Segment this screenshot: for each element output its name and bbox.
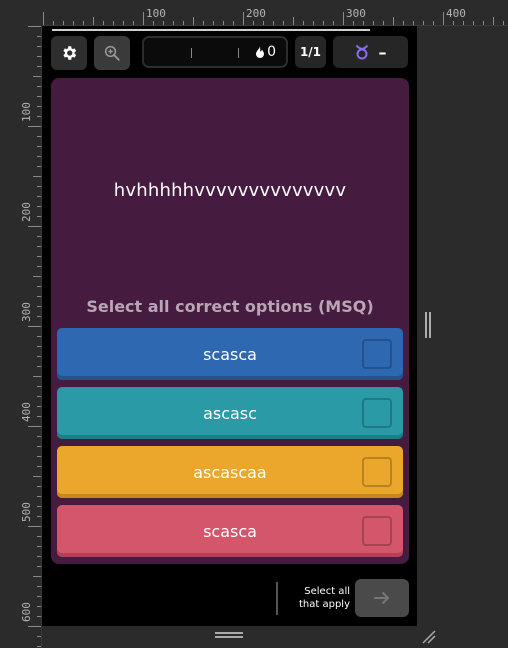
ruler-label: 200 xyxy=(246,7,266,20)
ruler-tick xyxy=(433,21,434,25)
ruler-tick xyxy=(93,17,94,25)
ruler-tick xyxy=(453,21,454,25)
ruler-label: 500 xyxy=(20,502,33,522)
top-ruler: 100 200 300 400 xyxy=(42,0,508,26)
ruler-tick xyxy=(28,326,41,327)
ruler-tick xyxy=(28,226,41,227)
option-checkbox[interactable] xyxy=(362,457,392,487)
zoom-button[interactable] xyxy=(94,36,130,70)
footer-hint-line2: that apply xyxy=(298,599,350,610)
ruler-tick xyxy=(193,17,194,25)
ruler-tick xyxy=(43,12,44,25)
ruler-tick xyxy=(473,21,474,25)
gear-icon xyxy=(63,46,77,60)
ruler-label: 100 xyxy=(20,102,33,122)
submit-button[interactable] xyxy=(355,579,409,617)
option-label: scasca xyxy=(203,521,257,541)
option-checkbox[interactable] xyxy=(362,339,392,369)
powerup-value: – xyxy=(378,42,387,62)
ruler-tick xyxy=(37,646,41,647)
ruler-tick xyxy=(33,76,41,77)
question-text: hvhhhhhvvvvvvvvvvvvvv xyxy=(113,180,347,201)
ruler-tick xyxy=(33,376,41,377)
ruler-label: 400 xyxy=(446,7,466,20)
question-instruction: Select all correct options (MSQ) xyxy=(86,297,374,316)
ruler-label: 600 xyxy=(20,602,33,622)
option-checkbox[interactable] xyxy=(362,398,392,428)
ruler-label: 400 xyxy=(20,402,33,422)
option-label: ascascaa xyxy=(193,462,267,482)
ruler-tick xyxy=(423,21,424,25)
timer-tick xyxy=(191,48,192,58)
timer-value: 0 xyxy=(267,44,276,60)
ruler-tick xyxy=(33,176,41,177)
question-card: hvhhhhhvvvvvvvvvvvvvv Select all correct… xyxy=(51,78,409,564)
ruler-tick xyxy=(28,626,41,627)
ruler-tick xyxy=(393,17,394,25)
progress-line xyxy=(52,29,370,31)
option-label: ascasc xyxy=(203,403,257,423)
ruler-tick xyxy=(243,12,244,25)
footer-hint-line1: Select all xyxy=(304,586,350,597)
ruler-tick xyxy=(483,21,484,25)
option-2[interactable]: ascasc xyxy=(57,387,403,439)
ruler-tick xyxy=(28,526,41,527)
ruler-tick xyxy=(33,476,41,477)
zoom-in-icon xyxy=(104,45,120,61)
ruler-tick xyxy=(463,21,464,25)
ruler-tick xyxy=(343,12,344,25)
footer-divider xyxy=(276,582,278,615)
arrow-right-icon xyxy=(374,592,389,604)
ruler-tick xyxy=(33,276,41,277)
resize-handle-bottom[interactable] xyxy=(215,632,243,638)
astro-powerup-icon xyxy=(355,44,368,60)
ruler-tick xyxy=(37,636,41,637)
device-preview: 0 1/1 – hvhhhhhvvvvvvvvvvvvvv Select all… xyxy=(42,26,417,626)
ruler-label: 200 xyxy=(20,202,33,222)
timer-tick xyxy=(238,48,239,58)
ruler-tick xyxy=(33,576,41,577)
ruler-tick xyxy=(28,426,41,427)
settings-button[interactable] xyxy=(51,36,87,70)
flame-icon xyxy=(256,46,265,58)
ruler-tick xyxy=(493,17,494,25)
option-1[interactable]: scasca xyxy=(57,328,403,380)
ruler-tick xyxy=(143,12,144,25)
resize-handle-right[interactable] xyxy=(425,312,431,338)
powerup-button[interactable]: – xyxy=(333,36,408,68)
option-label: scasca xyxy=(203,344,257,364)
footer-hint: Select all that apply xyxy=(286,585,350,611)
ruler-tick xyxy=(443,12,444,25)
resize-grip-icon[interactable] xyxy=(420,628,436,644)
timer-display: 0 xyxy=(142,36,288,68)
question-counter: 1/1 xyxy=(295,36,326,68)
ruler-label: 300 xyxy=(346,7,366,20)
ruler-label: 300 xyxy=(20,302,33,322)
ruler-corner xyxy=(0,0,42,26)
ruler-tick xyxy=(28,26,41,27)
ruler-tick xyxy=(28,126,41,127)
option-4[interactable]: scasca xyxy=(57,505,403,557)
ruler-tick xyxy=(293,17,294,25)
left-ruler: 100 200 300 400 500 600 xyxy=(0,26,42,648)
option-3[interactable]: ascascaa xyxy=(57,446,403,498)
ruler-label: 100 xyxy=(146,7,166,20)
option-checkbox[interactable] xyxy=(362,516,392,546)
ruler-tick xyxy=(503,21,504,25)
